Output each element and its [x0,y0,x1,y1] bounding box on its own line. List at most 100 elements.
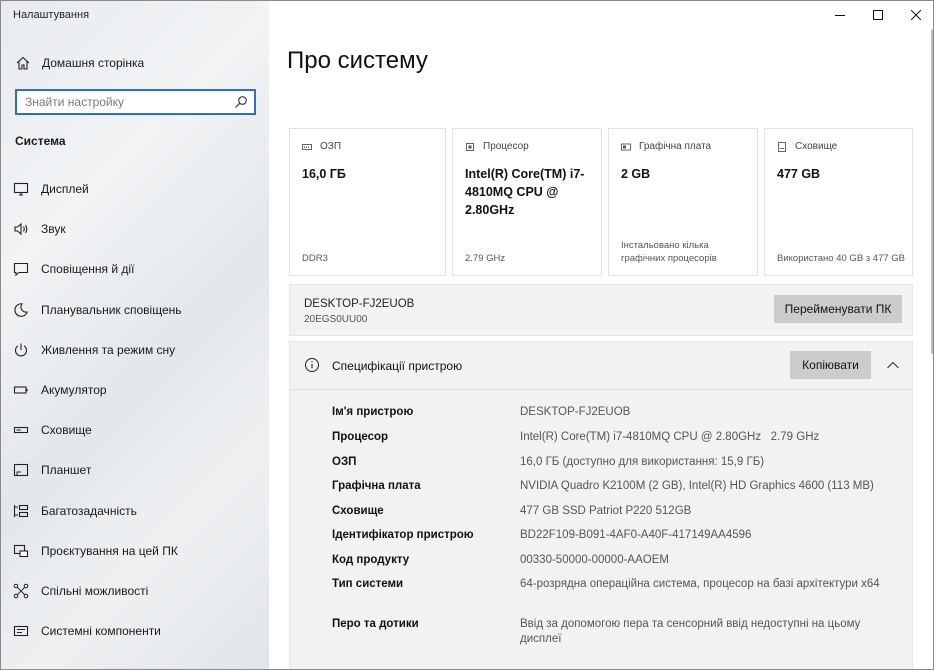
sidebar-item-label: Сповіщення й дії [41,262,135,277]
display-icon [13,183,29,196]
storage-icon [778,141,786,152]
minimize-icon [835,15,845,16]
card-label: ОЗП [320,141,342,152]
close-button[interactable] [897,1,933,29]
spec-row: Сховище 477 GB SSD Patriot P220 512GB [332,504,892,528]
sidebar-item-display[interactable]: Дисплей [1,169,269,209]
copy-button[interactable]: Копіювати [790,351,871,379]
sidebar-item-power[interactable]: Живлення та режим сну [1,330,269,370]
sidebar: Налаштування Домашня сторінка Система Ди… [1,1,269,669]
card-value: 16,0 ГБ [302,167,346,181]
device-row: DESKTOP-FJ2EUOB 20EGS0UU00 Перейменувати… [289,284,913,336]
device-specs-header[interactable]: Специфікації пристрою Копіювати [290,342,912,390]
card-value: 2 GB [621,167,651,181]
sidebar-nav: Дисплей Звук Сповіщення й дії Планувальн… [1,169,269,651]
card-storage: Сховище 477 GB Використано 40 GB з 477 G… [764,128,913,276]
main-content: Про систему ОЗП 16,0 ГБ DDR3 Процесор In… [269,1,933,669]
card-ram: ОЗП 16,0 ГБ DDR3 [289,128,446,276]
processor-icon [466,142,474,151]
spec-value: DESKTOP-FJ2EUOB [520,406,631,418]
spec-key: Код продукту [332,554,410,566]
sidebar-item-focus-assist[interactable]: Планувальник сповіщень [1,290,269,330]
spec-key: Перо та дотики [332,618,419,630]
spec-value: 477 GB SSD Patriot P220 512GB [520,505,692,517]
shared-experiences-icon [13,583,29,599]
card-graphics: Графічна плата 2 GB Інстальовано кілька … [608,128,758,276]
spec-key: Ім'я пристрою [332,406,414,418]
sidebar-item-label: Живлення та режим сну [41,342,176,357]
spec-value: 16,0 ГБ (доступно для використання: 15,9… [520,456,765,468]
spec-row: Ім'я пристрою DESKTOP-FJ2EUOB [332,405,892,430]
spec-row: ОЗП 16,0 ГБ (доступно для використання: … [332,455,892,479]
device-name: DESKTOP-FJ2EUOB [304,298,415,310]
sidebar-item-label: Сховище [41,423,92,438]
card-processor: Процесор Intel(R) Core(TM) i7-4810MQ CPU… [452,128,602,276]
home-label: Домашня сторінка [42,56,145,70]
info-icon [305,358,319,372]
search-icon[interactable] [234,95,248,109]
sidebar-item-label: Планувальник сповіщень [41,302,182,317]
rename-pc-button[interactable]: Перейменувати ПК [774,295,902,323]
card-value: 477 GB [777,167,821,181]
sidebar-item-battery[interactable]: Акумулятор [1,370,269,410]
components-icon [13,626,29,637]
maximize-button[interactable] [859,1,897,29]
multitasking-icon [13,504,29,517]
spec-key: Тип системи [332,578,404,590]
spec-key: Графічна плата [332,480,421,492]
summary-cards: ОЗП 16,0 ГБ DDR3 Процесор Intel(R) Core(… [289,128,913,276]
sidebar-item-label: Планшет [41,463,92,478]
settings-window: Налаштування Домашня сторінка Система Ди… [0,0,934,670]
power-icon [14,343,28,357]
spec-row: Ідентифікатор пристрою BD22F109-B091-4AF… [332,528,892,553]
card-footer: Інстальовано кілька графічних процесорів [621,240,717,264]
card-label: Графічна плата [639,141,712,152]
card-label: Процесор [483,141,529,152]
card-footer: Використано 40 GB з 477 GB [777,253,906,264]
card-header: Процесор [465,141,529,152]
device-model: 20EGS0UU00 [304,314,368,325]
close-icon [911,10,921,20]
sidebar-item-tablet[interactable]: Планшет [1,450,269,490]
chevron-up-icon[interactable] [886,358,900,372]
app-title: Налаштування [13,9,90,21]
card-label: Сховище [795,141,838,152]
spec-value: Ввід за допомогою пера та сенсорний ввід… [520,618,861,645]
device-specs-table: Ім'я пристрою DESKTOP-FJ2EUOB Процесор I… [332,405,892,657]
card-footer: DDR3 [302,253,328,264]
spec-key: Сховище [332,505,384,517]
spec-key: Ідентифікатор пристрою [332,529,474,541]
sidebar-item-label: Акумулятор [41,383,107,398]
sidebar-item-shared-experiences[interactable]: Спільні можливості [1,571,269,611]
notifications-icon [13,263,29,277]
spec-key: ОЗП [332,456,357,468]
spec-value: 00330-50000-00000-AAOEM [520,554,669,566]
sidebar-item-storage[interactable]: Сховище [1,410,269,450]
search-box[interactable] [15,89,256,115]
device-specs-title: Специфікації пристрою [332,359,463,373]
spec-value: BD22F109-B091-4AF0-A40F-417149AA4596 [520,529,752,541]
moon-icon [14,302,29,317]
sidebar-item-label: Звук [41,222,66,237]
spec-row: Процесор Intel(R) Core(TM) i7-4810MQ CPU… [332,430,892,455]
projecting-icon [13,544,29,557]
home-link[interactable]: Домашня сторінка [15,53,144,73]
sidebar-item-sound[interactable]: Звук [1,209,269,249]
spec-row: Перо та дотики Ввід за допомогою пера та… [332,617,892,657]
window-controls [821,1,933,29]
storage-icon [13,427,29,434]
minimize-button[interactable] [821,1,859,29]
battery-icon [13,386,28,394]
sidebar-item-label: Багатозадачність [41,503,137,518]
sidebar-item-components[interactable]: Системні компоненти [1,611,269,651]
sidebar-item-notifications[interactable]: Сповіщення й дії [1,249,269,289]
sidebar-item-projecting[interactable]: Проєктування на цей ПК [1,531,269,571]
page-title: Про систему [287,47,428,74]
card-header: Сховище [777,141,837,152]
spec-row: Код продукту 00330-50000-00000-AAOEM [332,553,892,577]
device-specs-panel: Специфікації пристрою Копіювати Ім'я при… [289,341,913,669]
sidebar-item-label: Спільні можливості [41,583,149,598]
sidebar-item-multitasking[interactable]: Багатозадачність [1,491,269,531]
spec-row: Тип системи 64-розрядна операційна систе… [332,577,892,617]
search-input[interactable] [17,92,234,112]
